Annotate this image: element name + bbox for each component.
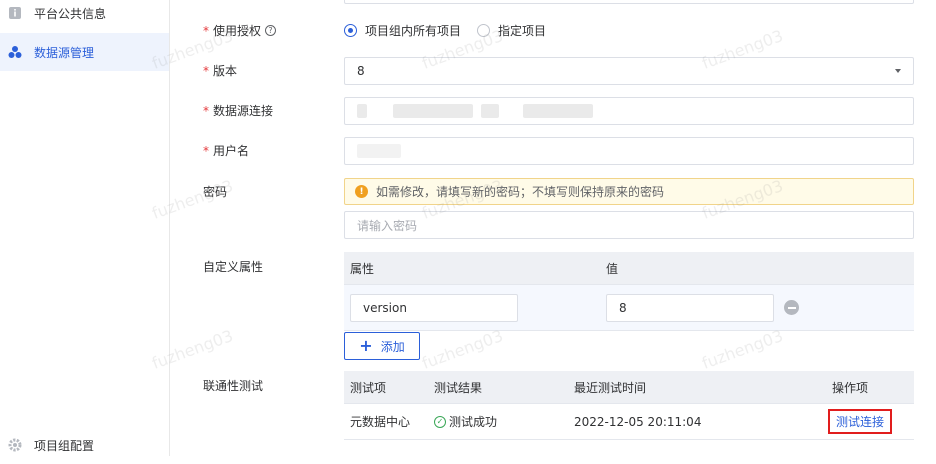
chevron-down-icon — [895, 69, 901, 73]
radio-specified-projects[interactable]: 指定项目 — [477, 22, 546, 39]
required-mark: * — [203, 143, 209, 158]
custom-props-table: 属性 值 version 8 — [344, 252, 914, 331]
username-input[interactable] — [344, 137, 914, 165]
required-mark: * — [203, 23, 209, 38]
required-mark: * — [203, 103, 209, 118]
sidebar-item-platform-info[interactable]: 平台公共信息 — [0, 0, 169, 32]
password-input[interactable]: 请输入密码 — [344, 211, 914, 239]
redacted-text — [393, 104, 473, 118]
table-row: version 8 — [344, 285, 914, 331]
sidebar-item-label: 平台公共信息 — [34, 6, 107, 21]
redacted-text — [523, 104, 593, 118]
test-connection-link[interactable]: 测试连接 — [828, 409, 893, 434]
auth-label: * 使用授权 ? — [203, 22, 277, 39]
table-header: 属性 值 — [344, 252, 914, 285]
required-mark: * — [203, 63, 209, 78]
connectivity-label: 联通性测试 — [203, 379, 264, 393]
sidebar-item-label: 数据源管理 — [34, 45, 95, 60]
info-icon — [8, 6, 22, 20]
connection-label: * 数据源连接 — [203, 103, 274, 119]
version-label: * 版本 — [203, 63, 238, 79]
main-form: * 使用授权 ? 项目组内所有项目 指定项目 * 版本 8 * 数据源连接 * … — [171, 0, 936, 456]
connectivity-table: 测试项 测试结果 最近测试时间 操作项 元数据中心 ✓ 测试成功 2022-12… — [344, 371, 914, 440]
radio-dot — [477, 24, 491, 37]
redacted-text — [357, 104, 367, 118]
password-warning: ! 如需修改，请填写新的密码；不填写则保持原来的密码 — [344, 178, 914, 205]
check-circle-icon: ✓ — [434, 415, 446, 428]
username-label: * 用户名 — [203, 143, 250, 159]
auth-radio-group: 项目组内所有项目 指定项目 — [344, 22, 562, 39]
custom-props-label: 自定义属性 — [203, 260, 264, 274]
connection-input[interactable] — [344, 97, 914, 125]
radio-all-projects[interactable]: 项目组内所有项目 — [344, 22, 461, 39]
redacted-text — [481, 104, 499, 118]
cluster-icon — [8, 45, 22, 59]
sidebar-item-project-config[interactable]: 项目组配置 — [0, 426, 169, 464]
gear-icon — [8, 438, 22, 452]
redacted-text — [357, 144, 401, 158]
previous-field-input[interactable] — [344, 0, 914, 4]
sidebar-item-datasource[interactable]: 数据源管理 — [0, 33, 169, 71]
warning-icon: ! — [355, 185, 368, 198]
sidebar: 平台公共信息 数据源管理 项目组配置 — [0, 0, 170, 456]
sidebar-item-label: 项目组配置 — [34, 438, 95, 453]
password-label: 密码 — [203, 185, 228, 199]
prop-value-input[interactable]: 8 — [606, 293, 774, 322]
prop-key-input[interactable]: version — [350, 293, 518, 322]
remove-circle-icon[interactable] — [784, 300, 799, 315]
table-header: 测试项 测试结果 最近测试时间 操作项 — [344, 371, 914, 404]
table-row: 元数据中心 ✓ 测试成功 2022-12-05 20:11:04 测试连接 — [344, 404, 914, 440]
version-select[interactable]: 8 — [344, 57, 914, 85]
add-prop-button[interactable]: + 添加 — [344, 332, 420, 360]
radio-dot — [344, 24, 357, 37]
plus-icon: + — [359, 336, 373, 355]
help-icon[interactable]: ? — [265, 25, 277, 36]
